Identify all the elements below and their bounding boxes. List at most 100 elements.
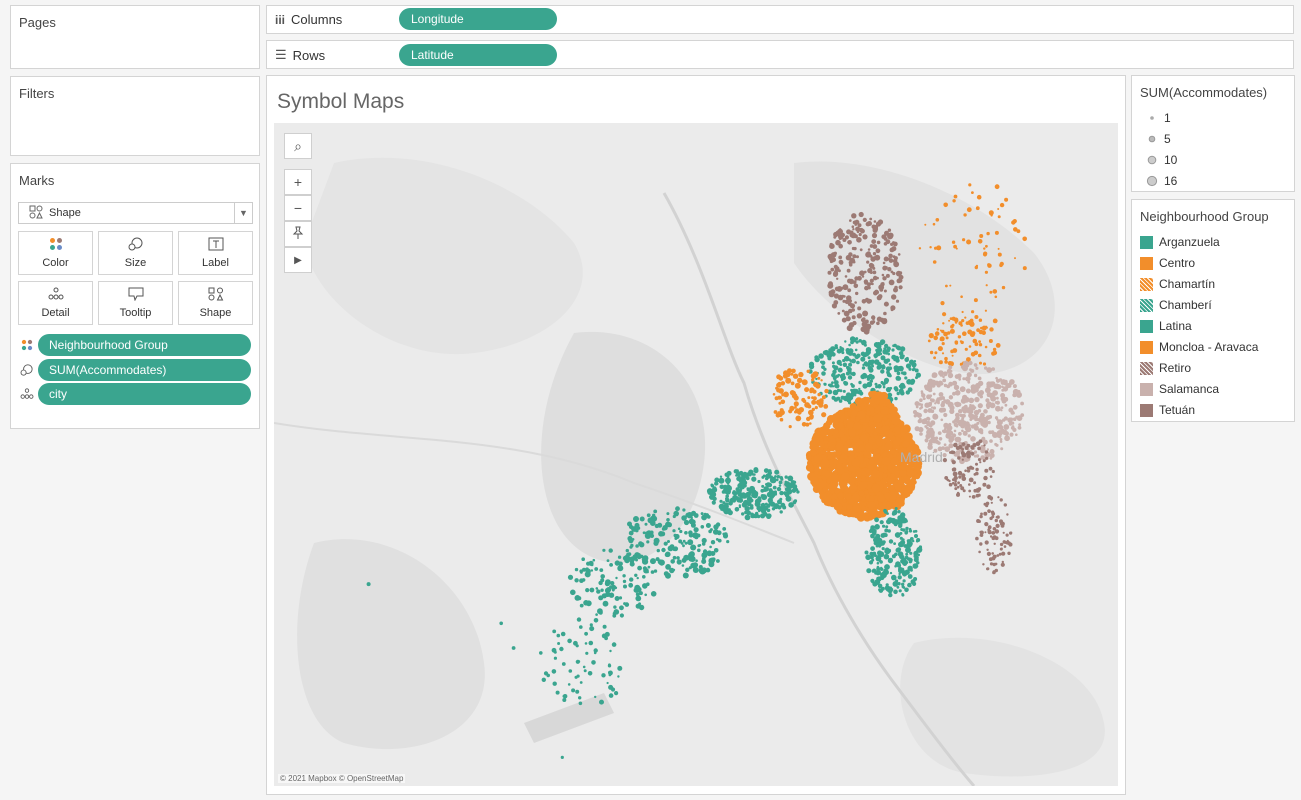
map-point — [897, 551, 904, 557]
map-point — [815, 383, 821, 389]
map-point — [973, 423, 978, 428]
map-point — [809, 387, 815, 393]
latitude-pill[interactable]: Latitude — [399, 44, 557, 66]
map-point — [940, 418, 944, 422]
map-point — [961, 429, 964, 433]
map-point — [977, 239, 983, 244]
map-point — [552, 681, 557, 686]
map-point — [984, 309, 988, 312]
map-point — [855, 337, 859, 341]
field-pill[interactable]: city — [38, 383, 251, 405]
map-point — [997, 208, 1000, 210]
detail-button[interactable]: Detail — [18, 281, 93, 325]
map-point — [942, 322, 945, 325]
map-point — [814, 406, 818, 410]
map-point — [811, 396, 814, 400]
map-point — [818, 478, 823, 483]
map-point — [893, 358, 897, 362]
color-legend-item[interactable]: Salamanca — [1140, 382, 1219, 396]
map-point — [923, 408, 928, 414]
chevron-down-icon[interactable]: ▼ — [234, 203, 252, 223]
map-point — [928, 423, 933, 428]
map-point — [710, 483, 714, 487]
map-point — [820, 360, 823, 364]
map-point — [984, 531, 987, 534]
map-point — [837, 294, 844, 301]
map-point — [611, 588, 615, 592]
tooltip-button[interactable]: Tooltip — [98, 281, 173, 325]
map-point — [772, 393, 776, 396]
map-point — [646, 513, 651, 518]
map-point — [617, 565, 624, 572]
field-pill[interactable]: Neighbourhood Group — [38, 334, 251, 356]
map-point — [598, 610, 603, 615]
map-point — [599, 699, 604, 705]
map-point — [736, 476, 741, 482]
color-legend-item[interactable]: Latina — [1140, 319, 1192, 333]
map-point — [994, 416, 999, 420]
map-point — [998, 421, 1002, 426]
map-point — [948, 438, 954, 443]
columns-shelf[interactable]: iii Columns Longitude — [266, 5, 1294, 34]
zoom-out-button[interactable]: − — [284, 195, 312, 221]
symbol-map[interactable]: Madrid ⌕ + − ▶ © 2021 Mapbox © OpenStree… — [274, 123, 1118, 786]
map-point — [845, 348, 850, 353]
map-point — [941, 352, 945, 355]
mark-type-dropdown[interactable]: Shape ▼ — [18, 202, 253, 224]
size-button[interactable]: Size — [98, 231, 173, 275]
map-point — [735, 487, 740, 492]
marks-field-city[interactable]: city — [16, 383, 251, 405]
color-legend-item[interactable]: Retiro — [1140, 361, 1191, 375]
map-point — [629, 561, 635, 567]
map-point — [928, 432, 935, 438]
color-legend-item[interactable]: Tetuán — [1140, 403, 1195, 417]
color-swatch — [1140, 382, 1153, 396]
shape-button[interactable]: Shape — [178, 281, 253, 325]
color-legend-item[interactable]: Arganzuela — [1140, 235, 1220, 249]
map-point — [954, 479, 957, 483]
map-city-label: Madrid — [900, 449, 943, 465]
expand-toolbar-button[interactable]: ▶ — [284, 247, 312, 273]
label-button[interactable]: Label — [178, 231, 253, 275]
field-pill[interactable]: SUM(Accommodates) — [38, 359, 251, 381]
color-button[interactable]: Color — [18, 231, 93, 275]
map-point — [639, 542, 645, 548]
map-canvas[interactable] — [274, 123, 1118, 786]
color-legend-item[interactable]: Chamartín — [1140, 277, 1215, 291]
map-search-button[interactable]: ⌕ — [284, 133, 312, 159]
map-point — [666, 512, 670, 516]
color-legend-item[interactable]: Centro — [1140, 256, 1195, 270]
map-attribution[interactable]: © 2021 Mapbox © OpenStreetMap — [278, 774, 406, 783]
color-legend-item[interactable]: Chamberí — [1140, 298, 1212, 312]
pin-button[interactable] — [284, 221, 312, 247]
map-point — [966, 469, 971, 473]
map-point — [604, 636, 608, 641]
shape-button-label: Shape — [199, 307, 232, 319]
zoom-in-button[interactable]: + — [284, 169, 312, 195]
map-point — [560, 631, 566, 637]
rows-shelf[interactable]: ☰ Rows Latitude — [266, 40, 1294, 69]
map-point — [634, 573, 638, 577]
map-point — [590, 569, 594, 572]
map-point — [579, 569, 583, 573]
map-point — [701, 537, 707, 544]
map-point — [978, 318, 983, 322]
map-point — [959, 340, 963, 343]
marks-field-neighbourhood[interactable]: Neighbourhood Group — [16, 334, 251, 356]
map-point — [628, 538, 634, 544]
map-point — [511, 646, 516, 650]
map-point — [944, 360, 948, 364]
map-point — [872, 244, 878, 249]
map-point — [622, 574, 626, 578]
color-legend-item[interactable]: Moncloa - Aravaca — [1140, 340, 1258, 354]
marks-field-accommodates[interactable]: SUM(Accommodates) — [16, 359, 251, 381]
map-point — [612, 611, 617, 616]
map-point — [950, 450, 955, 455]
longitude-pill[interactable]: Longitude — [399, 8, 557, 30]
map-point — [585, 588, 590, 593]
filters-card[interactable]: Filters — [10, 76, 260, 156]
map-point — [760, 507, 767, 514]
pages-card[interactable]: Pages — [10, 5, 260, 69]
map-point — [729, 497, 735, 503]
map-point — [984, 468, 989, 473]
